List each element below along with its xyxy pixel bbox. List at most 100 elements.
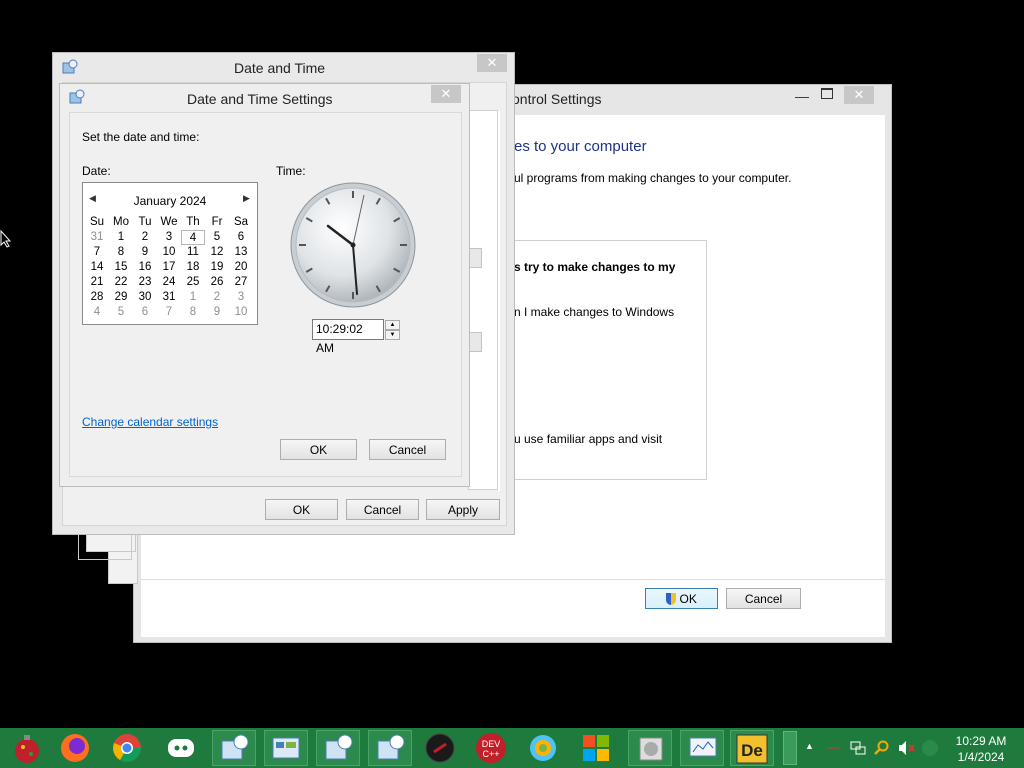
calendar-day[interactable]: 23 — [133, 275, 157, 290]
calendar-day[interactable]: 24 — [157, 275, 181, 290]
calendar-day[interactable]: 11 — [181, 245, 205, 260]
datetime-icon — [220, 733, 250, 766]
monitor-icon — [688, 736, 718, 765]
dts-cancel-button[interactable]: Cancel — [369, 439, 446, 460]
game-icon[interactable] — [424, 732, 456, 764]
uac-option2: n I make changes to Windows — [514, 305, 675, 319]
weekday-header: We — [160, 216, 178, 228]
taskbar — [0, 728, 1024, 768]
calendar-day[interactable]: 2 — [133, 230, 157, 245]
calendar-day[interactable]: 31 — [157, 290, 181, 305]
dt-ok-button[interactable]: OK — [265, 499, 338, 520]
search-icon[interactable] — [874, 740, 890, 759]
control-panel-icon — [272, 735, 302, 766]
calendar[interactable]: ◀ January 2024 ▶ Su Mo Tu We Th Fr Sa 31 1 2 3 4 5 6 7… — [82, 182, 258, 325]
calendar-day[interactable]: 5 — [205, 230, 229, 245]
clock-time: 10:29 AM — [955, 734, 1007, 748]
time-input[interactable]: 10:29:02 AM — [312, 319, 384, 355]
calendar-day[interactable]: 5 — [109, 305, 133, 320]
shield-icon — [666, 593, 677, 605]
dt-close-button[interactable]: ✕ — [477, 54, 507, 72]
taskbar-clock[interactable]: 10:29 AM 1/4/2024 — [946, 733, 1016, 765]
date-label: Date: — [82, 164, 111, 178]
calendar-day[interactable]: 10 — [157, 245, 181, 260]
calendar-day[interactable]: 8 — [109, 245, 133, 260]
calendar-day[interactable]: 9 — [205, 305, 229, 320]
minimize-button[interactable]: — — [795, 88, 809, 104]
calendar-day-selected[interactable]: 4 — [181, 230, 205, 245]
ornament-icon[interactable] — [12, 731, 42, 765]
calendar-day[interactable]: 25 — [181, 275, 205, 290]
calendar-day[interactable]: 3 — [229, 290, 253, 305]
calendar-day[interactable]: 15 — [109, 260, 133, 275]
calendar-day[interactable]: 16 — [133, 260, 157, 275]
dt-cancel-button[interactable]: Cancel — [346, 499, 419, 520]
calendar-day[interactable]: 17 — [157, 260, 181, 275]
dts-close-button[interactable]: ✕ — [431, 85, 461, 103]
calendar-day[interactable]: 29 — [109, 290, 133, 305]
uac-ok-label: OK — [679, 592, 697, 606]
calendar-day[interactable]: 12 — [205, 245, 229, 260]
firefox-icon[interactable] — [58, 731, 92, 765]
maximize-button[interactable] — [821, 88, 833, 99]
devcpp-icon[interactable]: DEV C++ — [474, 732, 508, 764]
calendar-day[interactable]: 6 — [133, 305, 157, 320]
calendar-day[interactable]: 9 — [133, 245, 157, 260]
dts-ok-button[interactable]: OK — [280, 439, 357, 460]
calendar-day[interactable]: 2 — [205, 290, 229, 305]
calendar-day[interactable]: 20 — [229, 260, 253, 275]
calendar-day[interactable]: 21 — [85, 275, 109, 290]
uac-cancel-button[interactable]: Cancel — [726, 588, 801, 609]
time-label: Time: — [276, 164, 306, 178]
dt-hidden-button — [468, 332, 482, 352]
time-down-button[interactable]: ▼ — [385, 330, 400, 340]
calendar-day[interactable]: 1 — [109, 230, 133, 245]
weekday-header: Th — [186, 216, 200, 228]
uac-separator — [141, 579, 885, 580]
calendar-day[interactable]: 10 — [229, 305, 253, 320]
calendar-day[interactable]: 26 — [205, 275, 229, 290]
dt-apply-button[interactable]: Apply — [426, 499, 500, 520]
calendar-day[interactable]: 7 — [85, 245, 109, 260]
dt-hidden-button — [468, 248, 482, 268]
dt-title: Date and Time — [234, 60, 326, 76]
discord-icon[interactable] — [164, 731, 198, 765]
calendar-day[interactable]: 28 — [85, 290, 109, 305]
uac-ok-button[interactable]: OK — [645, 588, 718, 609]
dt-tab-page — [468, 110, 498, 490]
calendar-day[interactable]: 30 — [133, 290, 157, 305]
chrome-icon[interactable] — [110, 731, 144, 765]
windows-icon[interactable] — [580, 732, 612, 764]
time-up-button[interactable]: ▲ — [385, 320, 400, 330]
calendar-day[interactable]: 27 — [229, 275, 253, 290]
calendar-day[interactable]: 4 — [85, 305, 109, 320]
calendar-day[interactable]: 6 — [229, 230, 253, 245]
photos-icon[interactable] — [526, 732, 560, 764]
network-icon[interactable] — [850, 740, 866, 759]
show-desktop-strip[interactable] — [783, 731, 797, 765]
calendar-month[interactable]: January 2024 — [83, 194, 257, 208]
calendar-grid: Su Mo Tu We Th Fr Sa 31 1 2 3 4 5 6 7 8 9 10 11 12 13 14 15 16 1… — [85, 215, 255, 323]
calendar-day[interactable]: 19 — [205, 260, 229, 275]
calendar-day[interactable]: 31 — [85, 230, 109, 245]
chevron-up-icon[interactable]: ▲ — [805, 741, 814, 751]
calendar-day[interactable]: 7 — [157, 305, 181, 320]
calendar-day[interactable]: 3 — [157, 230, 181, 245]
datetime-icon — [62, 59, 78, 75]
volume-muted-icon[interactable] — [898, 740, 916, 759]
uac-close-button[interactable]: ✕ — [844, 86, 874, 104]
datetime-icon — [69, 89, 85, 105]
calendar-day[interactable]: 1 — [181, 290, 205, 305]
tray-app-icon[interactable] — [922, 740, 938, 756]
uac-heading: es to your computer — [514, 138, 647, 155]
calendar-day[interactable]: 13 — [229, 245, 253, 260]
calendar-day[interactable]: 22 — [109, 275, 133, 290]
mouse-cursor-icon — [0, 229, 12, 251]
calendar-day[interactable]: 8 — [181, 305, 205, 320]
calendar-day[interactable]: 18 — [181, 260, 205, 275]
next-month-icon[interactable]: ▶ — [243, 193, 250, 204]
tray-line-icon[interactable] — [826, 741, 840, 751]
change-calendar-settings-link[interactable]: Change calendar settings — [82, 415, 218, 429]
weekday-header: Su — [89, 216, 105, 228]
calendar-day[interactable]: 14 — [85, 260, 109, 275]
